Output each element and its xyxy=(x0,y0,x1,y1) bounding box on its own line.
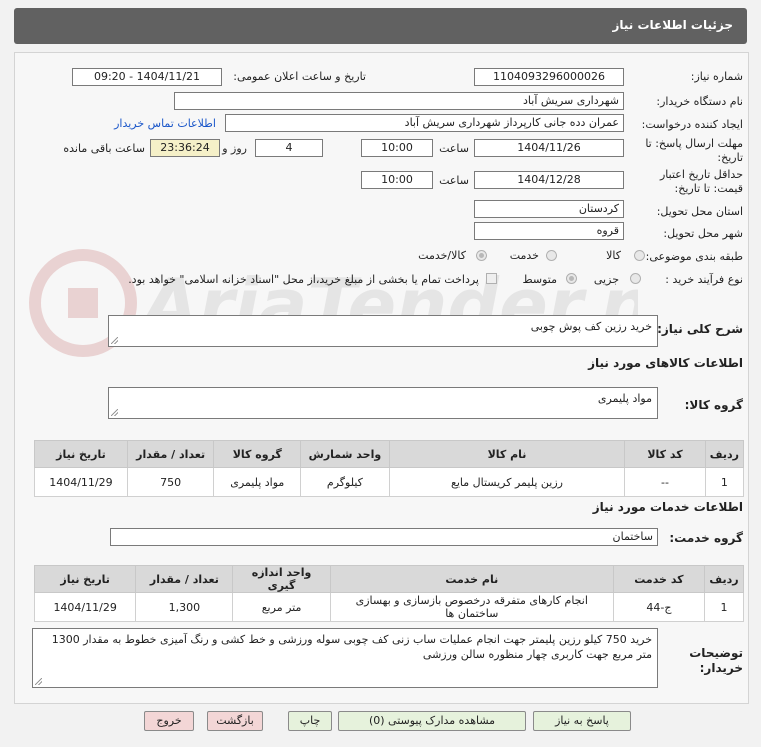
goods-col-name: نام کالا xyxy=(388,440,626,468)
buyer-contact-link[interactable]: اطلاعات تماس خریدار xyxy=(114,117,216,130)
goods-col-date: تاریخ نیاز xyxy=(34,440,128,468)
goods-group-label: گروه کالا: xyxy=(684,398,743,412)
services-table-header: ردیف کد خدمت نام خدمت واحد اندازه گیری ت… xyxy=(33,565,745,593)
goods-section-title: اطلاعات کالاهای مورد نیاز xyxy=(588,356,743,370)
goods-cell-code: -- xyxy=(624,467,706,497)
goods-cell-name: رزین پلیمر کریستال مایع xyxy=(388,467,626,497)
goods-cell-qty: 750 xyxy=(126,467,215,497)
services-col-code: کد خدمت xyxy=(612,565,705,593)
attachments-button[interactable]: مشاهده مدارک پیوستی (0) xyxy=(338,711,526,731)
goods-cell-date: 1404/11/29 xyxy=(34,467,128,497)
province-label: استان محل تحویل: xyxy=(656,205,743,218)
remaining-time-label: ساعت باقی مانده xyxy=(63,142,145,155)
buyer-notes-label-2: خریدار: xyxy=(699,661,743,675)
services-group-label: گروه خدمت: xyxy=(669,531,743,545)
page-title: جزئیات اطلاعات نیاز xyxy=(612,18,733,32)
back-button[interactable]: بازگشت xyxy=(207,711,263,731)
validity-label: حداقل تاریخ اعتبار xyxy=(659,168,743,181)
deadline-date-field: 1404/11/26 xyxy=(474,139,624,157)
services-col-row: ردیف xyxy=(703,565,745,593)
goods-table: ردیف کد کالا نام کالا واحد شمارش گروه کا… xyxy=(34,440,745,497)
buyer-notes-label: توضیحات xyxy=(689,646,743,660)
need-number-field: 1104093296000026 xyxy=(474,68,624,86)
services-cell-unit: متر مربع xyxy=(232,592,331,622)
goods-col-group: گروه کالا xyxy=(213,440,302,468)
buyer-notes-text: خرید 750 کیلو رزین پلیمتر جهت انجام عملی… xyxy=(51,633,652,661)
deadline-time-field: 10:00 xyxy=(361,139,433,157)
resize-handle[interactable] xyxy=(111,409,118,416)
category-option-goods-service: کالا/خدمت xyxy=(418,249,466,262)
goods-group-textarea: مواد پلیمری xyxy=(108,387,658,419)
creator-label: ایجاد کننده درخواست: xyxy=(641,118,743,131)
services-group-field: ساختمان xyxy=(110,528,658,546)
goods-col-unit: واحد شمارش xyxy=(300,440,390,468)
validity-time-field: 10:00 xyxy=(361,171,433,189)
deadline-label-2: تاریخ: xyxy=(717,151,743,164)
goods-col-code: کد کالا xyxy=(624,440,706,468)
goods-table-header: ردیف کد کالا نام کالا واحد شمارش گروه کا… xyxy=(34,440,745,468)
days-label: روز و xyxy=(222,142,247,155)
description-textarea: خرید رزین کف پوش چوبی xyxy=(108,315,658,347)
services-cell-name: انجام کارهای متفرقه درخصوص بازسازی و بهس… xyxy=(329,592,614,622)
buyer-org-field: شهرداری سریش آباد xyxy=(174,92,624,110)
category-radio-service[interactable] xyxy=(546,250,557,261)
category-option-service: خدمت xyxy=(509,249,539,262)
services-section-title: اطلاعات خدمات مورد نیاز xyxy=(592,500,743,514)
table-row: 1 ج-44 انجام کارهای متفرقه درخصوص بازساز… xyxy=(33,592,745,622)
goods-col-row: ردیف xyxy=(704,440,745,468)
goods-cell-unit: کیلوگرم xyxy=(300,467,390,497)
city-field: قروه xyxy=(474,222,624,240)
province-field: کردستان xyxy=(474,200,624,218)
services-cell-qty: 1,300 xyxy=(135,592,234,622)
goods-group-text: مواد پلیمری xyxy=(597,392,652,405)
remaining-time-field: 23:36:24 xyxy=(150,139,220,157)
print-button[interactable]: چاپ xyxy=(288,711,332,731)
process-option-minor: جزیی xyxy=(593,273,619,286)
services-col-unit: واحد اندازه گیری xyxy=(232,565,331,593)
services-cell-row: 1 xyxy=(703,592,745,622)
goods-cell-group: مواد پلیمری xyxy=(213,467,302,497)
validity-label-2: قیمت: تا تاریخ: xyxy=(674,182,743,195)
page-header: جزئیات اطلاعات نیاز xyxy=(14,8,747,44)
description-label: شرح کلی نیاز: xyxy=(657,322,743,336)
creator-field: عمران دده جانی کارپرداز شهرداری سریش آبا… xyxy=(225,114,624,132)
process-option-medium: متوسط xyxy=(522,273,557,286)
goods-cell-row: 1 xyxy=(704,467,745,497)
buyer-org-label: نام دستگاه خریدار: xyxy=(656,95,743,108)
resize-handle[interactable] xyxy=(111,337,118,344)
deadline-label: مهلت ارسال پاسخ: تا xyxy=(645,137,743,150)
deadline-time-label: ساعت xyxy=(439,142,469,155)
services-table: ردیف کد خدمت نام خدمت واحد اندازه گیری ت… xyxy=(33,565,745,622)
resize-handle[interactable] xyxy=(35,678,42,685)
announce-date-label: تاریخ و ساعت اعلان عمومی: xyxy=(233,70,366,83)
services-cell-date: 1404/11/29 xyxy=(33,592,137,622)
need-number-label: شماره نیاز: xyxy=(690,70,743,83)
announce-date-field: 1404/11/21 - 09:20 xyxy=(72,68,222,86)
services-col-name: نام خدمت xyxy=(329,565,614,593)
services-col-date: تاریخ نیاز xyxy=(33,565,137,593)
process-radio-medium[interactable] xyxy=(566,273,577,284)
process-radio-minor[interactable] xyxy=(630,273,641,284)
treasury-payment-checkbox[interactable] xyxy=(486,273,497,284)
validity-time-label: ساعت xyxy=(439,174,469,187)
table-row: 1 -- رزین پلیمر کریستال مایع کیلوگرم موا… xyxy=(34,467,745,497)
reply-button[interactable]: پاسخ به نیاز xyxy=(533,711,631,731)
exit-button[interactable]: خروج xyxy=(144,711,194,731)
goods-col-qty: تعداد / مقدار xyxy=(126,440,215,468)
category-radio-goods[interactable] xyxy=(634,250,645,261)
city-label: شهر محل تحویل: xyxy=(663,227,743,240)
buyer-notes-textarea: خرید 750 کیلو رزین پلیمتر جهت انجام عملی… xyxy=(32,628,658,688)
description-text: خرید رزین کف پوش چوبی xyxy=(530,320,652,333)
treasury-payment-note: پرداخت تمام یا بخشی از مبلغ خرید،از محل … xyxy=(128,273,479,286)
category-option-goods: کالا xyxy=(606,249,621,262)
process-type-label: نوع فرآیند خرید : xyxy=(665,273,743,286)
days-remaining-field: 4 xyxy=(255,139,323,157)
services-cell-code: ج-44 xyxy=(612,592,705,622)
services-col-qty: تعداد / مقدار xyxy=(135,565,234,593)
category-label: طبقه بندی موضوعی: xyxy=(645,250,743,263)
validity-date-field: 1404/12/28 xyxy=(474,171,624,189)
category-radio-goods-service[interactable] xyxy=(476,250,487,261)
